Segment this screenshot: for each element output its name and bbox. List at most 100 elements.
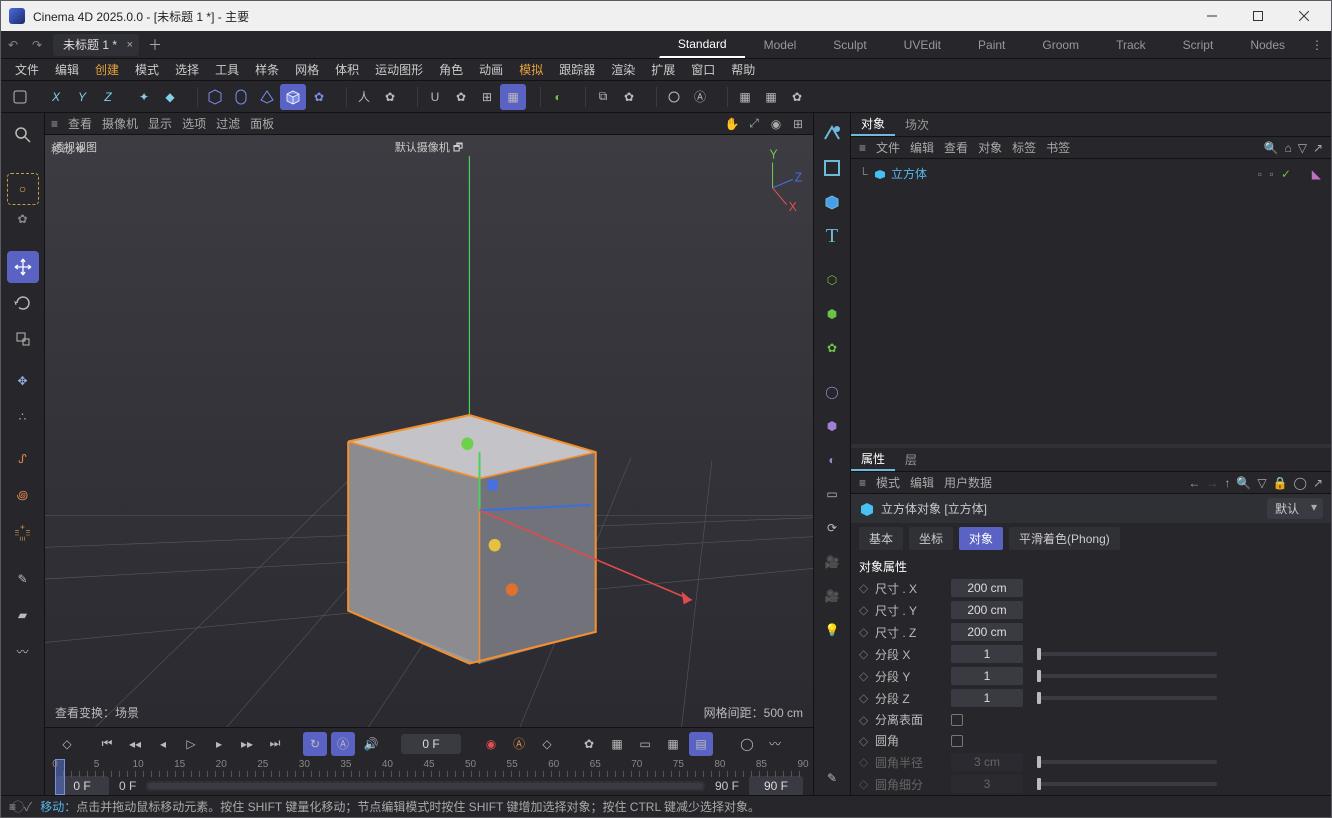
- attr-tab-2[interactable]: 对象: [959, 527, 1003, 550]
- menu-13[interactable]: 跟踪器: [551, 61, 603, 78]
- spline-pen-button[interactable]: ᔑ: [7, 443, 39, 475]
- vp-hand-icon[interactable]: ✋: [723, 115, 741, 133]
- eraser-tool-button[interactable]: ▰: [7, 599, 39, 631]
- hamburger-icon[interactable]: ≡: [859, 476, 866, 490]
- play-button[interactable]: ▷: [179, 732, 203, 756]
- prop-checkbox[interactable]: [951, 714, 963, 726]
- layout-tab-groom[interactable]: Groom: [1023, 31, 1097, 58]
- mode-frame-icon[interactable]: ▭: [817, 477, 847, 511]
- object-row-cube[interactable]: └ 立方体 ▫ ▫ ✓ ◣: [859, 163, 1323, 184]
- next-key-button[interactable]: ▸▸: [235, 732, 259, 756]
- menu-8[interactable]: 体积: [327, 61, 367, 78]
- rotate-tool-button[interactable]: [7, 287, 39, 319]
- menu-12[interactable]: 模拟: [511, 61, 551, 78]
- goto-start-button[interactable]: ⏮: [95, 732, 119, 756]
- mode-text-icon[interactable]: T: [817, 219, 847, 253]
- move-tool-button[interactable]: [7, 251, 39, 283]
- undo-button[interactable]: ↶: [1, 33, 25, 57]
- record-button[interactable]: ◉: [479, 732, 503, 756]
- light-add-button[interactable]: Ⓐ: [687, 84, 713, 110]
- deform-button[interactable]: 人: [351, 84, 377, 110]
- om-home-icon[interactable]: ⌂: [1284, 141, 1291, 155]
- attr-lock-icon[interactable]: 🔒: [1273, 476, 1288, 490]
- camera-add-button[interactable]: [661, 84, 687, 110]
- mode-edge-icon[interactable]: ⬢: [817, 297, 847, 331]
- render-view-button[interactable]: ▦: [732, 84, 758, 110]
- vp-menu-item[interactable]: 显示: [148, 117, 172, 131]
- menu-7[interactable]: 网格: [287, 61, 327, 78]
- attr-tab-1[interactable]: 坐标: [909, 527, 953, 550]
- prop-slider[interactable]: [1037, 696, 1217, 700]
- prop-input[interactable]: [951, 623, 1023, 641]
- attr-tab-0[interactable]: 基本: [859, 527, 903, 550]
- menu-17[interactable]: 帮助: [723, 61, 763, 78]
- scatter-tool-button[interactable]: ∴: [7, 401, 39, 433]
- magnet-button[interactable]: U: [422, 84, 448, 110]
- range-end-field[interactable]: 90 F: [749, 776, 803, 796]
- menu-14[interactable]: 渲染: [603, 61, 643, 78]
- prop-input[interactable]: [951, 689, 1023, 707]
- mode-object-icon[interactable]: [817, 151, 847, 185]
- mode-model-icon[interactable]: [817, 117, 847, 151]
- menu-11[interactable]: 动画: [471, 61, 511, 78]
- attr-new-icon[interactable]: ◯: [1294, 476, 1307, 490]
- om-menu-item[interactable]: 标签: [1012, 141, 1036, 155]
- mode-anim-icon[interactable]: ⟳: [817, 511, 847, 545]
- prop-input[interactable]: [951, 601, 1023, 619]
- layout-tab-paint[interactable]: Paint: [959, 31, 1023, 58]
- keyframe-auto-button[interactable]: Ⓐ: [507, 732, 531, 756]
- keyframe-diamond-icon[interactable]: ◇: [859, 734, 869, 748]
- vis-editor-dot[interactable]: ▫: [1258, 167, 1262, 181]
- prop-input[interactable]: [951, 645, 1023, 663]
- new-tab-button[interactable]: ＋: [143, 35, 167, 55]
- current-frame-field[interactable]: 0 F: [401, 734, 461, 754]
- vp-menu-item[interactable]: 选项: [182, 117, 206, 131]
- menu-2[interactable]: 创建: [87, 61, 127, 78]
- timeline-scrollbar[interactable]: [146, 781, 705, 791]
- minimize-button[interactable]: [1189, 2, 1235, 30]
- attr-popout-icon[interactable]: ↗: [1313, 476, 1323, 490]
- tl-opt3-button[interactable]: ▭: [633, 732, 657, 756]
- phong-tag-icon[interactable]: ◣: [1312, 167, 1321, 181]
- prim-cube-button[interactable]: [280, 84, 306, 110]
- expand-icon[interactable]: └: [859, 167, 869, 181]
- prev-key-button[interactable]: ◂◂: [123, 732, 147, 756]
- prop-input[interactable]: [951, 667, 1023, 685]
- workplane-button[interactable]: ▦: [500, 84, 526, 110]
- prop-input[interactable]: [951, 579, 1023, 597]
- mode-edit-icon[interactable]: ✎: [817, 761, 847, 795]
- menu-1[interactable]: 编辑: [47, 61, 87, 78]
- attr-tab-3[interactable]: 平滑着色(Phong): [1009, 527, 1120, 550]
- file-tab[interactable]: 未标题 1 * ×: [53, 34, 139, 56]
- spline-sketch-button[interactable]: ꩜: [7, 479, 39, 511]
- axis-x-button[interactable]: X: [43, 84, 69, 110]
- magnet-settings-button[interactable]: ✿: [448, 84, 474, 110]
- tab-attributes[interactable]: 属性: [851, 448, 895, 471]
- vp-zoom-icon[interactable]: ⤢: [745, 115, 763, 133]
- om-menu-item[interactable]: 书签: [1046, 141, 1070, 155]
- brush-tool-button[interactable]: ✎: [7, 563, 39, 595]
- mode-cam2-icon[interactable]: 🎥: [817, 579, 847, 613]
- vp-menu-item[interactable]: 摄像机: [102, 117, 138, 131]
- vp-menu-item[interactable]: 面板: [250, 117, 274, 131]
- om-menu-item[interactable]: 查看: [944, 141, 968, 155]
- keyframe-diamond-icon[interactable]: ◇: [859, 755, 869, 769]
- maximize-button[interactable]: [1235, 2, 1281, 30]
- menu-10[interactable]: 角色: [431, 61, 471, 78]
- axis-center-button[interactable]: ◆: [157, 84, 183, 110]
- prev-frame-button[interactable]: ◂: [151, 732, 175, 756]
- render-pv-button[interactable]: ▦: [758, 84, 784, 110]
- autokey-button[interactable]: Ⓐ: [331, 732, 355, 756]
- spline-brush-button[interactable]: ꙲: [7, 515, 39, 547]
- timeline-key-button[interactable]: ◇: [55, 732, 79, 756]
- prop-slider[interactable]: [1037, 674, 1217, 678]
- attr-up-icon[interactable]: ↑: [1224, 476, 1230, 490]
- om-menu-item[interactable]: 对象: [978, 141, 1002, 155]
- keyframe-diamond-icon[interactable]: ◇: [859, 713, 869, 727]
- hamburger-icon[interactable]: ≡: [859, 141, 866, 155]
- tl-opt4-button[interactable]: ▦: [661, 732, 685, 756]
- keyframe-diamond-icon[interactable]: ◇: [859, 603, 869, 617]
- menu-3[interactable]: 模式: [127, 61, 167, 78]
- close-button[interactable]: [1281, 2, 1327, 30]
- next-frame-button[interactable]: ▸: [207, 732, 231, 756]
